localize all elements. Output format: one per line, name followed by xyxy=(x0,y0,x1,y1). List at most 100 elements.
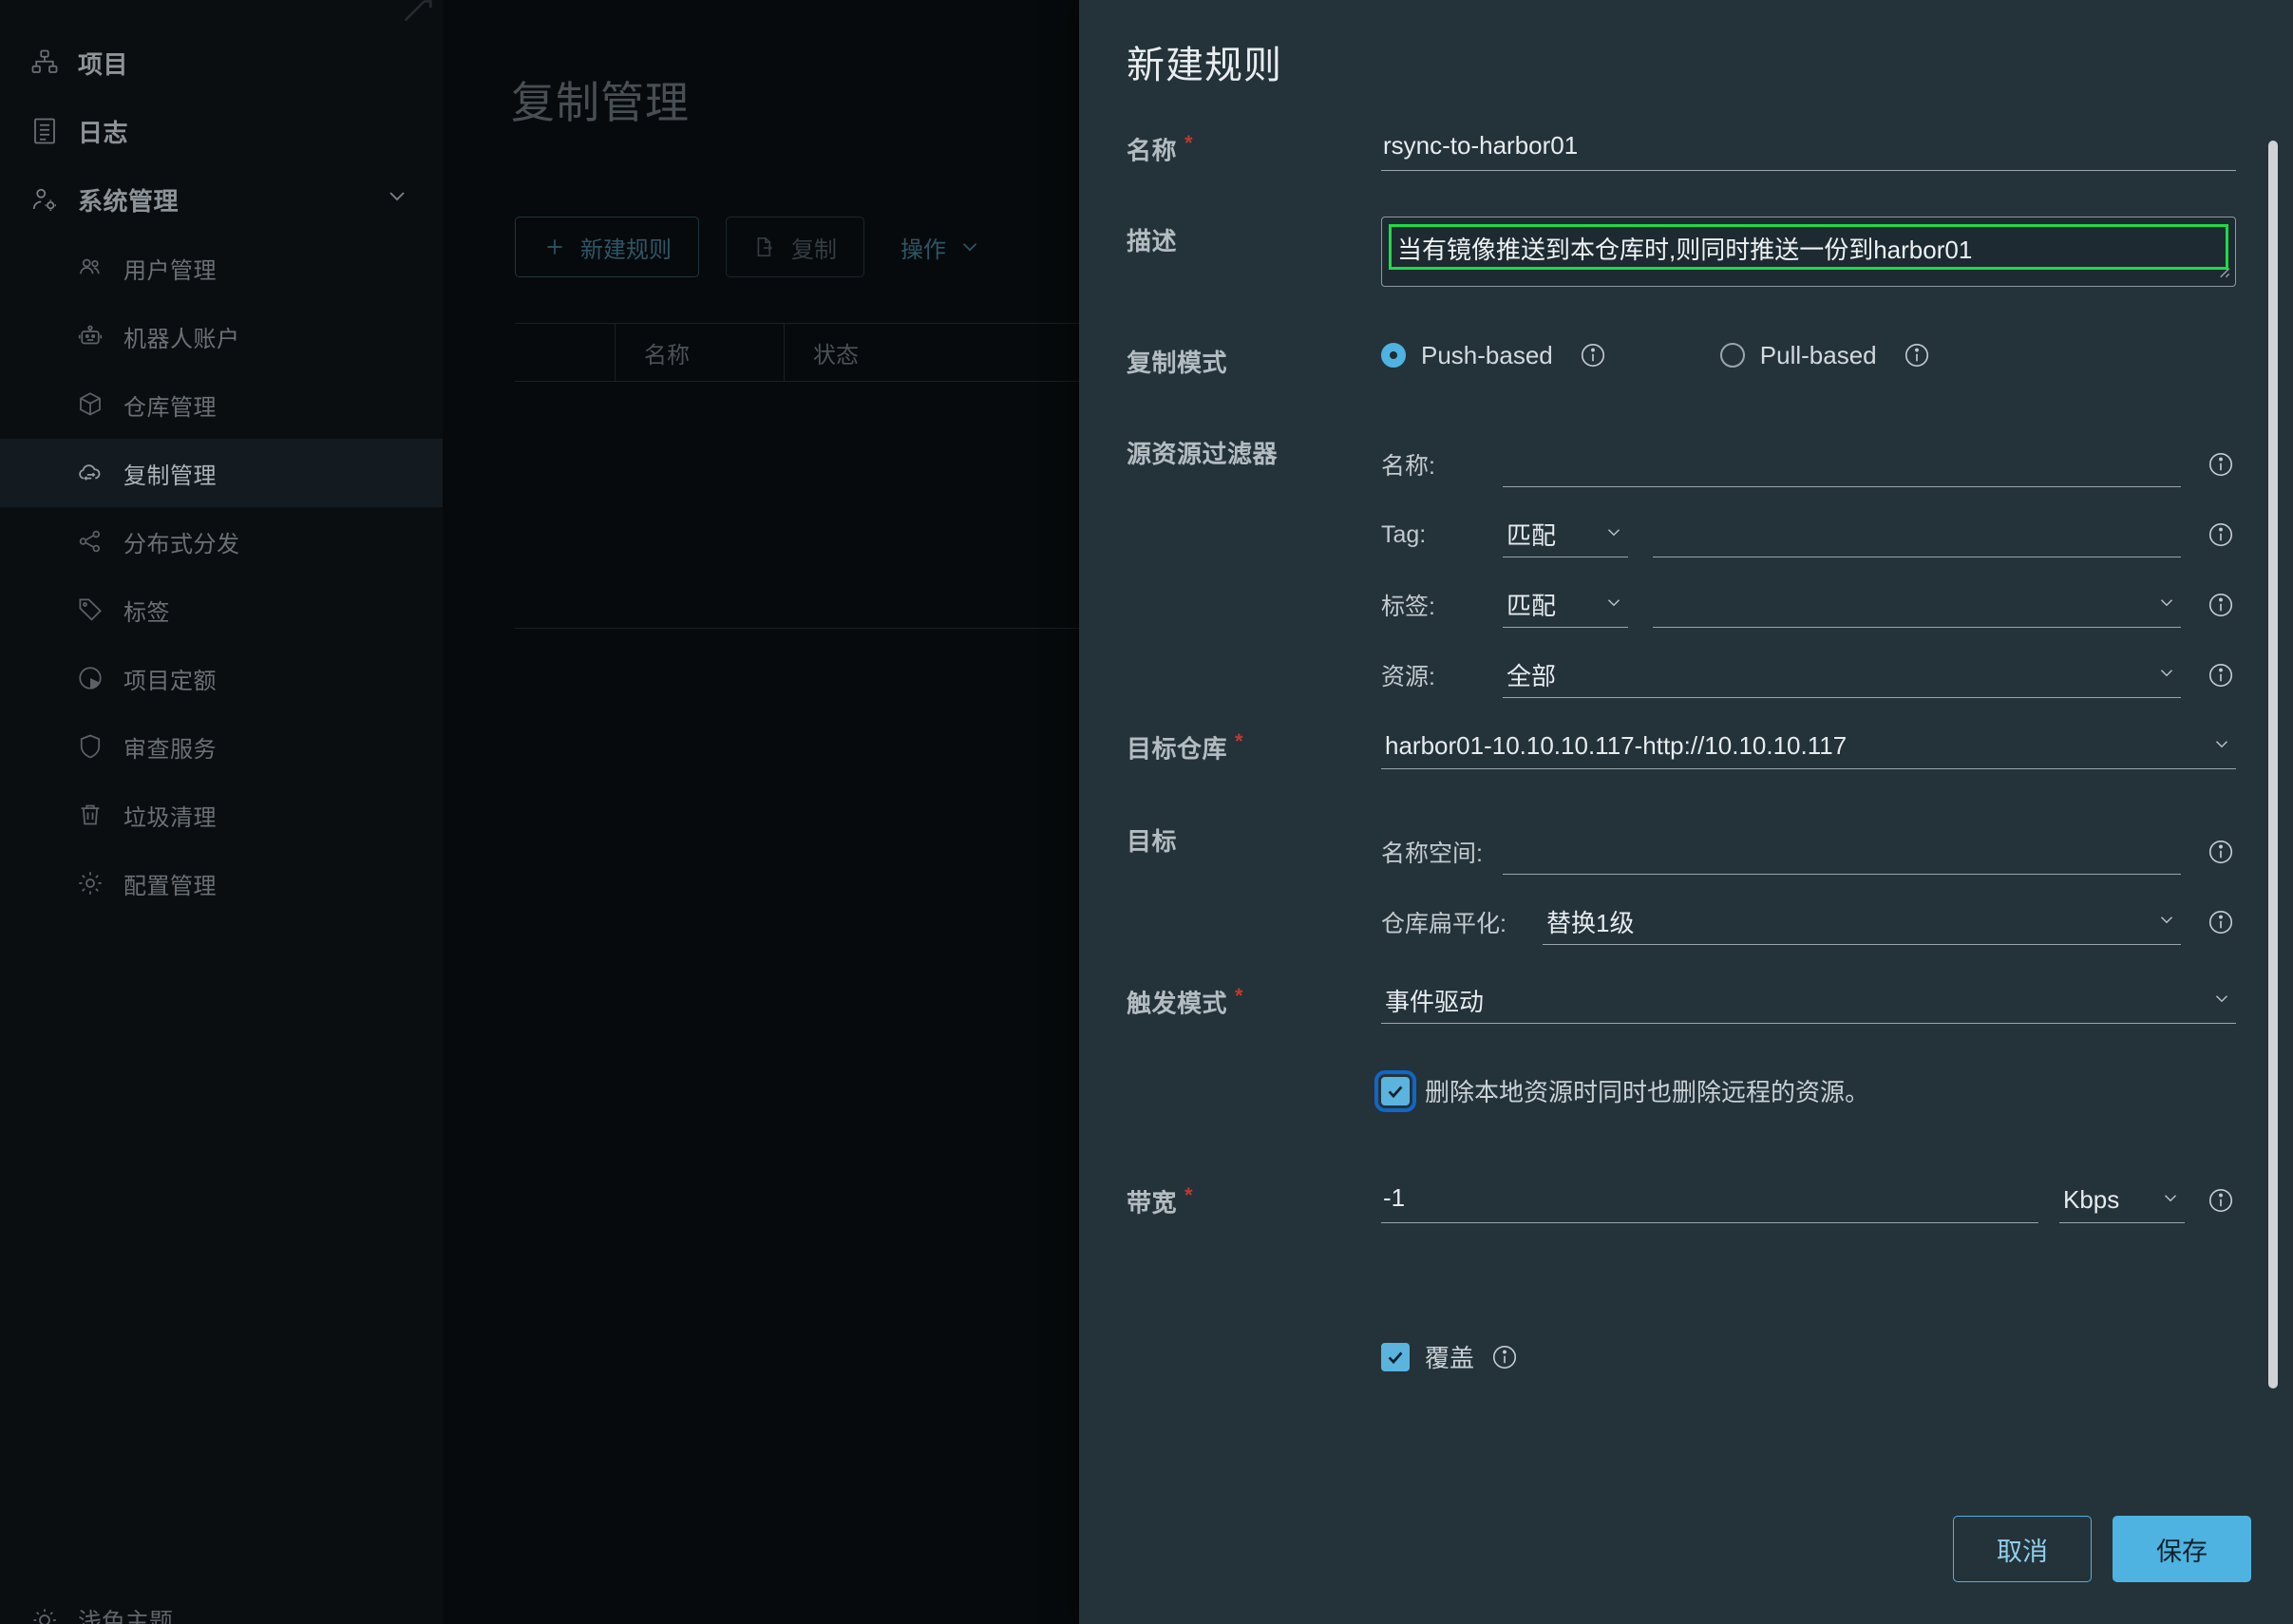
filter-name-input[interactable] xyxy=(1503,442,2181,487)
check-icon xyxy=(1388,1086,1403,1098)
name-input[interactable] xyxy=(1381,125,2236,171)
target-registry-label: 目标仓库 * xyxy=(1127,729,1244,764)
sidebar-item-garbage-collection[interactable]: 垃圾清理 xyxy=(0,781,443,849)
sidebar-item-label: 项目 xyxy=(78,49,129,79)
chevron-down-icon[interactable] xyxy=(384,183,410,217)
sidebar-item-quotas[interactable]: 项目定额 xyxy=(0,644,443,712)
field-row-bandwidth: 带宽* Kbps xyxy=(1079,1178,2293,1339)
filter-name-key: 名称: xyxy=(1381,453,1435,480)
namespace-key: 名称空间: xyxy=(1381,840,1483,867)
filter-label-value-select[interactable] xyxy=(1653,582,2181,628)
copy-button[interactable]: 复制 xyxy=(726,217,864,277)
share-icon xyxy=(74,525,106,557)
sidebar-item-registries[interactable]: 仓库管理 xyxy=(0,370,443,439)
description-textarea[interactable]: 当有镜像推送到本仓库时,则同时推送一份到harbor01 xyxy=(1381,217,2236,287)
info-icon[interactable] xyxy=(2206,590,2236,620)
sidebar-item-replication[interactable]: 复制管理 xyxy=(0,439,443,507)
flatten-key: 仓库扁平化: xyxy=(1381,911,1507,937)
background-toolbar: 新建规则 复制 操作 xyxy=(515,217,992,277)
sidebar: 项目 日志 系统管理 用户管理 机器人账户 仓库管理 复制管理 分布式分发 标签… xyxy=(0,0,443,1624)
radio-push-label: Push-based xyxy=(1421,340,1553,369)
cancel-button[interactable]: 取消 xyxy=(1953,1516,2092,1582)
sidebar-item-users[interactable]: 用户管理 xyxy=(0,234,443,302)
sidebar-item-label: 系统管理 xyxy=(78,186,180,216)
theme-toggle[interactable]: 浅色主题 xyxy=(28,1603,173,1624)
delete-remote-checkbox-row[interactable]: 删除本地资源时同时也删除远程的资源。 xyxy=(1374,1069,2236,1112)
sidebar-item-label: 项目定额 xyxy=(123,668,217,694)
actions-dropdown-button[interactable]: 操作 xyxy=(891,217,992,277)
bandwidth-label: 带宽 * xyxy=(1127,1183,1194,1218)
radio-dot xyxy=(1719,343,1745,368)
override-label: 覆盖 xyxy=(1425,1344,1475,1372)
dialog-body: 名称* 描述 当有镜像推送到本仓库时,则同时推送一份到harbor01 xyxy=(1079,125,2293,1464)
info-icon[interactable] xyxy=(1489,1342,1520,1372)
filter-tag-input[interactable] xyxy=(1653,512,2181,557)
dialog-footer: 取消 保存 xyxy=(1953,1516,2251,1582)
cloud-sync-icon xyxy=(74,457,106,489)
radio-push-based[interactable]: Push-based xyxy=(1381,341,1553,370)
field-row-source-filter: 源资源过滤器 名称: Tag: 匹配 标签: 匹配 资源: 全部 xyxy=(1079,429,2293,724)
filter-resource-select[interactable]: 全部 xyxy=(1503,652,2181,698)
flatten-row: 仓库扁平化: 替换1级 xyxy=(1381,887,2236,957)
info-icon[interactable] xyxy=(2206,519,2236,550)
sidebar-item-system-admin[interactable]: 系统管理 xyxy=(0,165,443,234)
sidebar-item-label: 日志 xyxy=(78,118,129,147)
required-marker: * xyxy=(1235,984,1244,1008)
sidebar-item-logs[interactable]: 日志 xyxy=(0,97,443,165)
resize-grip-icon[interactable] xyxy=(2214,262,2231,284)
sidebar-item-robot-accounts[interactable]: 机器人账户 xyxy=(0,302,443,370)
field-row-replication-mode: 复制模式 Push-based Pull-based xyxy=(1079,338,2293,429)
sidebar-item-label: 审查服务 xyxy=(123,736,217,763)
sidebar-item-label: 配置管理 xyxy=(123,873,217,899)
filter-tag-match-select[interactable]: 匹配 xyxy=(1503,512,1628,557)
filter-resource-row: 资源: 全部 xyxy=(1381,640,2236,710)
page-title: 复制管理 xyxy=(511,78,690,127)
delete-remote-checkbox[interactable] xyxy=(1374,1069,1416,1112)
info-icon[interactable] xyxy=(2206,907,2236,937)
radio-pull-based[interactable]: Pull-based xyxy=(1719,341,1877,370)
sidebar-item-label: 用户管理 xyxy=(123,257,217,284)
sidebar-item-interrogation[interactable]: 审查服务 xyxy=(0,712,443,781)
save-button[interactable]: 保存 xyxy=(2113,1516,2251,1582)
target-registry-select[interactable]: harbor01-10.10.10.117-http://10.10.10.11… xyxy=(1381,724,2236,769)
field-row-delete-remote: 删除本地资源时同时也删除远程的资源。 xyxy=(1079,1069,2293,1178)
field-row-description: 描述 当有镜像推送到本仓库时,则同时推送一份到harbor01 xyxy=(1079,217,2293,338)
filter-resource-value: 全部 xyxy=(1507,662,1557,690)
sidebar-item-labels[interactable]: 标签 xyxy=(0,576,443,644)
info-icon[interactable] xyxy=(2206,1185,2236,1216)
sidebar-item-label: 垃圾清理 xyxy=(123,804,217,831)
new-rule-dialog: 新建规则 名称* 描述 当有镜像推送到本仓库时,则同时推送一份到harbor01 xyxy=(1079,0,2293,1624)
info-icon[interactable] xyxy=(1902,340,1932,370)
override-checkbox-row[interactable]: 覆盖 xyxy=(1381,1339,2236,1374)
filter-label-match-select[interactable]: 匹配 xyxy=(1503,582,1628,628)
info-icon[interactable] xyxy=(2206,660,2236,690)
namespace-row: 名称空间: xyxy=(1381,817,2236,887)
new-rule-button[interactable]: 新建规则 xyxy=(515,217,699,277)
description-label: 描述 xyxy=(1127,227,1178,255)
field-row-target: 目标 名称空间: 仓库扁平化: 替换1级 xyxy=(1079,817,2293,978)
trigger-mode-value: 事件驱动 xyxy=(1385,988,1485,1016)
sidebar-item-configuration[interactable]: 配置管理 xyxy=(0,849,443,917)
override-checkbox[interactable] xyxy=(1381,1342,1410,1371)
bandwidth-input[interactable] xyxy=(1381,1178,2038,1223)
namespace-input[interactable] xyxy=(1503,829,2181,875)
copy-label: 复制 xyxy=(791,236,837,263)
target-registry-value: harbor01-10.10.10.117-http://10.10.10.11… xyxy=(1385,731,1848,760)
trigger-mode-select[interactable]: 事件驱动 xyxy=(1381,978,2236,1024)
delete-remote-label: 删除本地资源时同时也删除远程的资源。 xyxy=(1425,1078,1870,1106)
sidebar-item-projects[interactable]: 项目 xyxy=(0,28,443,97)
chevron-down-icon xyxy=(1603,519,1624,549)
pie-icon xyxy=(74,662,106,694)
info-icon[interactable] xyxy=(2206,837,2236,867)
robot-icon xyxy=(74,320,106,352)
bandwidth-unit-select[interactable]: Kbps xyxy=(2059,1178,2185,1223)
collapse-icon[interactable] xyxy=(399,0,437,27)
table-header-select xyxy=(515,323,616,382)
info-icon[interactable] xyxy=(1578,340,1608,370)
filter-tag-key: Tag: xyxy=(1381,520,1427,548)
sidebar-item-distribution[interactable]: 分布式分发 xyxy=(0,507,443,576)
app-root: 项目 日志 系统管理 用户管理 机器人账户 仓库管理 复制管理 分布式分发 标签… xyxy=(0,0,2293,1624)
info-icon[interactable] xyxy=(2206,449,2236,480)
flatten-select[interactable]: 替换1级 xyxy=(1543,899,2181,945)
chevron-down-icon xyxy=(2156,907,2177,936)
